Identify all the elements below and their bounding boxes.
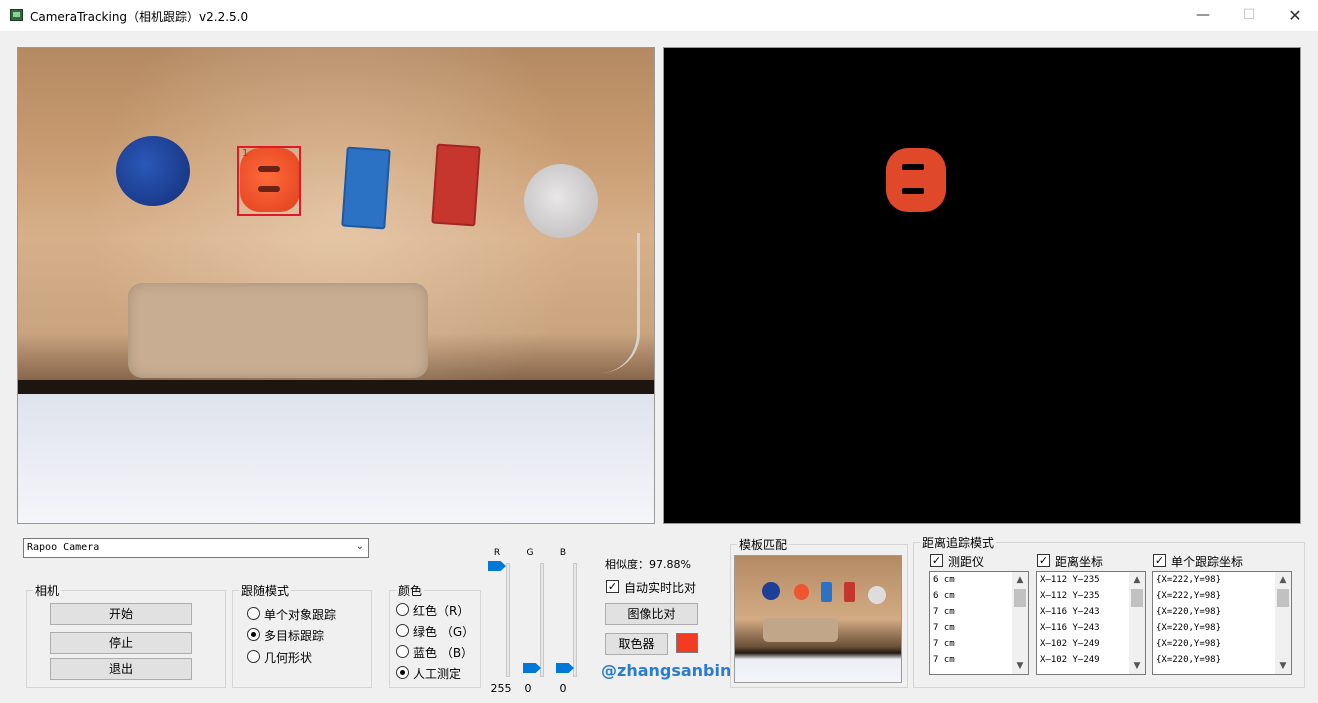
slider-g-thumb[interactable] bbox=[523, 663, 541, 673]
color-mask-view bbox=[663, 47, 1301, 524]
slider-r-thumb[interactable] bbox=[488, 561, 506, 571]
camera-group-legend: 相机 bbox=[33, 582, 62, 599]
camera-select[interactable]: Rapoo Camera ⌄ bbox=[23, 538, 369, 558]
list-item: 6 cm bbox=[933, 575, 955, 585]
list-item: 7 cm bbox=[933, 607, 955, 617]
scroll-down-icon[interactable]: ▼ bbox=[1275, 658, 1291, 674]
radio-indicator bbox=[396, 666, 409, 679]
camera-live-view: 1 bbox=[17, 47, 655, 524]
minimize-button[interactable]: — bbox=[1180, 0, 1226, 31]
scroll-up-icon[interactable]: ▲ bbox=[1275, 572, 1291, 588]
tracking-mode-group: 跟随模式 单个对象跟踪 多目标跟踪 几何形状 bbox=[232, 582, 372, 688]
slider-b-track bbox=[573, 563, 577, 677]
exit-button[interactable]: 退出 bbox=[50, 658, 192, 680]
distance-coords-list[interactable]: X—112 Y—235 X—112 Y—235 X—116 Y—243 X—11… bbox=[1036, 571, 1146, 675]
radio-indicator bbox=[247, 607, 260, 620]
list-item: 7 cm bbox=[933, 655, 955, 665]
stop-button[interactable]: 停止 bbox=[50, 632, 192, 654]
radio-indicator bbox=[247, 650, 260, 663]
picked-color-swatch[interactable] bbox=[676, 633, 698, 653]
close-button[interactable]: ✕ bbox=[1272, 0, 1318, 31]
radio-indicator bbox=[247, 628, 260, 641]
scene-white-puck bbox=[524, 164, 598, 238]
list-item: X—102 Y—249 bbox=[1040, 639, 1100, 649]
slider-b-label: B bbox=[559, 548, 567, 558]
scene-laptop bbox=[128, 283, 428, 378]
color-group-legend: 颜色 bbox=[396, 582, 425, 599]
list-scrollbar[interactable]: ▲ ▼ bbox=[1012, 572, 1028, 674]
scroll-up-icon[interactable]: ▲ bbox=[1012, 572, 1028, 588]
scroll-up-icon[interactable]: ▲ bbox=[1129, 572, 1145, 588]
title-bar: CameraTracking（相机跟踪）v2.2.5.0 — ☐ ✕ bbox=[0, 0, 1318, 31]
list-item: X—116 Y—243 bbox=[1040, 623, 1100, 633]
slider-g-track bbox=[540, 563, 544, 677]
chevron-down-icon: ⌄ bbox=[355, 541, 364, 552]
list-item: {X=220,Y=98} bbox=[1156, 623, 1222, 633]
list-item: {X=220,Y=98} bbox=[1156, 655, 1222, 665]
slider-b-thumb[interactable] bbox=[556, 663, 574, 673]
list-scrollbar[interactable]: ▲ ▼ bbox=[1275, 572, 1291, 674]
checkbox-indicator: ✓ bbox=[930, 554, 943, 567]
slider-r-label: R bbox=[493, 548, 501, 558]
checkbox-indicator: ✓ bbox=[1153, 554, 1166, 567]
scrollbar-thumb[interactable] bbox=[1131, 589, 1143, 607]
radio-indicator bbox=[396, 624, 409, 637]
tracking-id-label: 1 bbox=[242, 148, 249, 159]
mask-blob bbox=[886, 148, 946, 212]
window-title: CameraTracking（相机跟踪）v2.2.5.0 bbox=[30, 10, 249, 24]
camera-select-value: Rapoo Camera bbox=[27, 542, 100, 553]
single-tracking-coords-list[interactable]: {X=222,Y=98} {X=222,Y=98} {X=220,Y=98} {… bbox=[1152, 571, 1292, 675]
list-item: X—112 Y—235 bbox=[1040, 591, 1100, 601]
checkbox-indicator: ✓ bbox=[606, 580, 619, 593]
radio-indicator bbox=[396, 603, 409, 616]
color-picker-button[interactable]: 取色器 bbox=[605, 633, 668, 655]
slider-g-label: G bbox=[526, 548, 534, 558]
list-item: X—112 Y—235 bbox=[1040, 575, 1100, 585]
list-scrollbar[interactable]: ▲ ▼ bbox=[1129, 572, 1145, 674]
radio-indicator bbox=[396, 645, 409, 658]
scroll-down-icon[interactable]: ▼ bbox=[1129, 658, 1145, 674]
scene-blue-disc bbox=[116, 136, 190, 206]
start-button[interactable]: 开始 bbox=[50, 603, 192, 625]
list-item: {X=222,Y=98} bbox=[1156, 575, 1222, 585]
list-item: {X=220,Y=98} bbox=[1156, 639, 1222, 649]
list-item: X—102 Y—249 bbox=[1040, 655, 1100, 665]
image-compare-button[interactable]: 图像比对 bbox=[605, 603, 698, 625]
list-item: 7 cm bbox=[933, 623, 955, 633]
scene-monitor bbox=[18, 394, 654, 523]
scrollbar-thumb[interactable] bbox=[1014, 589, 1026, 607]
slider-b-value: 0 bbox=[559, 682, 567, 695]
slider-r-track bbox=[506, 563, 510, 677]
scene-blue-brick bbox=[341, 146, 391, 230]
color-group: 颜色 红色（R） 绿色 （G） 蓝色 （B） 人工测定 bbox=[389, 582, 481, 688]
rangefinder-list[interactable]: 6 cm 6 cm 7 cm 7 cm 7 cm 7 cm ▲ ▼ bbox=[929, 571, 1029, 675]
list-item: X—116 Y—243 bbox=[1040, 607, 1100, 617]
list-item: 7 cm bbox=[933, 639, 955, 649]
slider-r-value: 255 bbox=[490, 682, 512, 695]
scrollbar-thumb[interactable] bbox=[1277, 589, 1289, 607]
watermark: @zhangsanbin bbox=[601, 661, 732, 680]
template-thumbnail bbox=[734, 555, 902, 683]
checkbox-indicator: ✓ bbox=[1037, 554, 1050, 567]
distance-tracking-legend: 距离追踪模式 bbox=[920, 534, 997, 551]
template-match-legend: 模板匹配 bbox=[737, 536, 790, 553]
maximize-button[interactable]: ☐ bbox=[1226, 0, 1272, 31]
list-item: 6 cm bbox=[933, 591, 955, 601]
list-item: {X=222,Y=98} bbox=[1156, 591, 1222, 601]
list-item: {X=220,Y=98} bbox=[1156, 607, 1222, 617]
app-icon bbox=[10, 9, 23, 21]
camera-group: 相机 开始 停止 退出 bbox=[26, 582, 226, 688]
scroll-down-icon[interactable]: ▼ bbox=[1012, 658, 1028, 674]
tracking-mode-legend: 跟随模式 bbox=[239, 582, 292, 599]
scene-red-brick bbox=[431, 143, 481, 227]
slider-g-value: 0 bbox=[524, 682, 532, 695]
similarity-readout: 相似度：97.88% bbox=[605, 558, 691, 571]
